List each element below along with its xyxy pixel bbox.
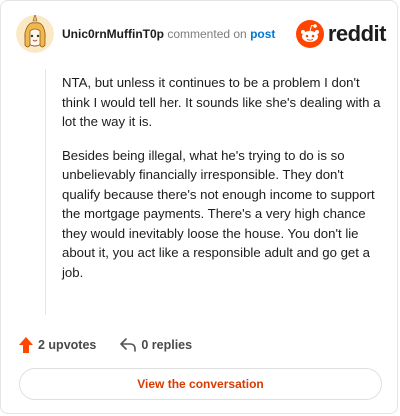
avatar[interactable] (16, 15, 54, 53)
comment-body: NTA, but unless it continues to be a pro… (62, 73, 382, 296)
card-header: Unic0rnMuffinT0p commented on post reddi… (16, 15, 387, 55)
upvote-count: 2 upvotes (38, 338, 97, 352)
action-text: commented on (167, 27, 247, 41)
comment-paragraph: Besides being illegal, what he's trying … (62, 147, 375, 280)
comment-meta: Unic0rnMuffinT0p commented on post (62, 27, 275, 42)
post-link[interactable]: post (250, 27, 275, 41)
replies-button[interactable]: 0 replies (120, 338, 192, 352)
reply-count: 0 replies (141, 338, 193, 352)
reddit-logo[interactable]: reddit (295, 19, 387, 49)
comment-paragraph: NTA, but unless it continues to be a pro… (62, 75, 381, 129)
username-link[interactable]: Unic0rnMuffinT0p (62, 27, 164, 41)
reply-arrow-icon (120, 338, 137, 352)
comment-actions: 2 upvotes 0 replies (19, 335, 192, 355)
comment-card: Unic0rnMuffinT0p commented on post reddi… (0, 0, 398, 414)
upvote-arrow-icon (19, 337, 33, 353)
view-conversation-button[interactable]: View the conversation (19, 368, 382, 400)
reddit-snoo-icon (295, 20, 324, 48)
upvote-button[interactable]: 2 upvotes (19, 337, 96, 353)
reddit-wordmark: reddit (327, 21, 387, 46)
quote-bar (45, 69, 46, 315)
